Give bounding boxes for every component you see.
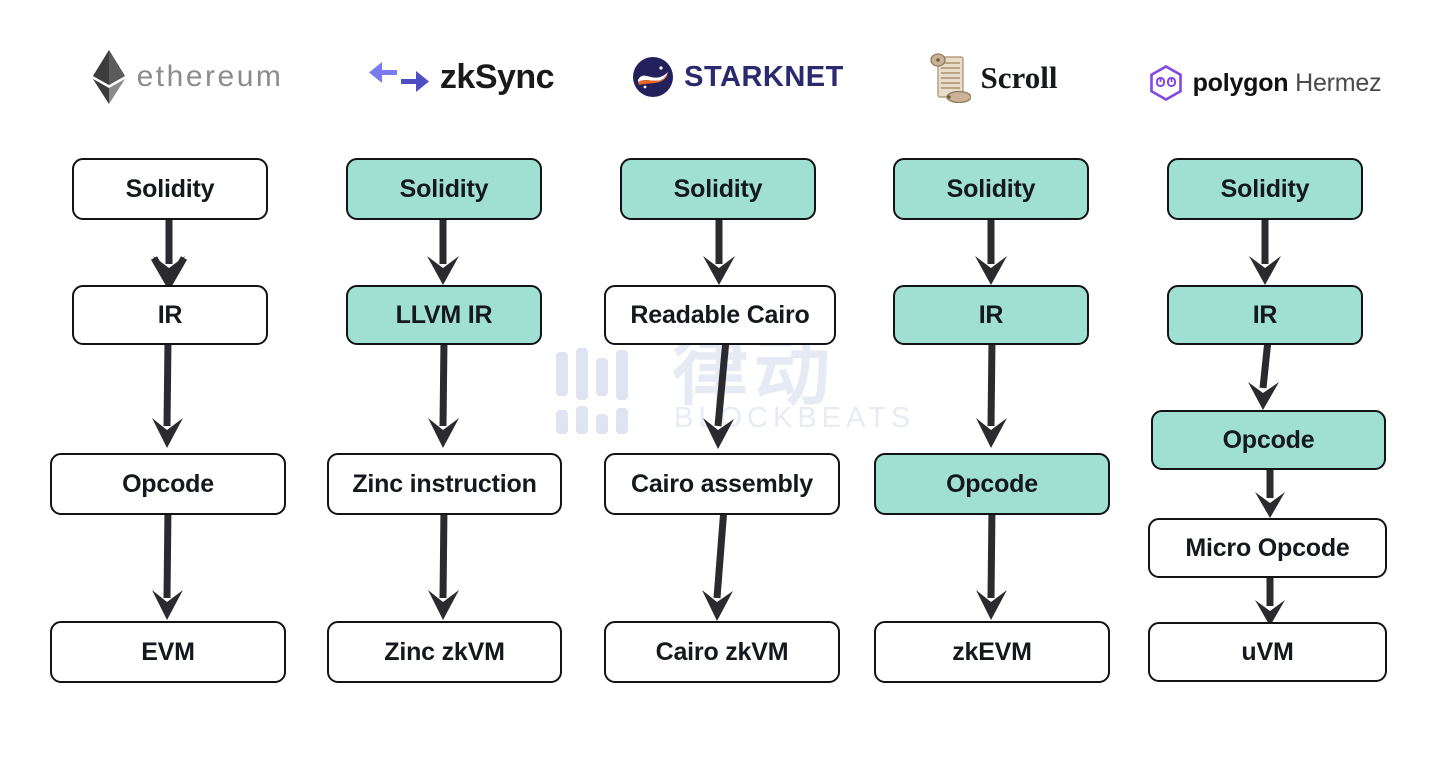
node-label: Solidity (1220, 174, 1310, 203)
node-label: LLVM IR (395, 300, 493, 329)
node-label: uVM (1241, 637, 1294, 666)
starknet-logo-text-stark: STARK (684, 60, 785, 93)
node-polygon-micro-opcode[interactable]: Micro Opcode (1148, 518, 1387, 578)
node-label: Cairo assembly (630, 469, 813, 498)
node-label: IR (1252, 300, 1278, 329)
node-polygon-opcode[interactable]: Opcode (1151, 410, 1386, 470)
starknet-logo-text-net: NET (784, 60, 844, 93)
polygon-logo-icon (1149, 65, 1183, 101)
node-scroll-zkevm[interactable]: zkEVM (874, 621, 1110, 683)
node-label: Opcode (1222, 425, 1315, 454)
column-header-scroll: Scroll (878, 42, 1108, 112)
node-label: Zinc zkVM (384, 637, 505, 666)
node-label: Opcode (122, 469, 214, 498)
node-ethereum-evm[interactable]: EVM (50, 621, 286, 683)
arrow-polygon-2 (1236, 339, 1300, 412)
arrow-zksync-3 (414, 507, 474, 624)
arrow-ethereum-2 (138, 339, 198, 452)
node-starknet-readable-cairo[interactable]: Readable Cairo (604, 285, 836, 345)
arrow-scroll-1 (962, 212, 1022, 290)
node-zksync-solidity[interactable]: Solidity (346, 158, 542, 220)
arrow-scroll-3 (962, 507, 1022, 624)
zksync-logo-text: zkSync (439, 58, 555, 96)
node-label: Zinc instruction (352, 469, 537, 498)
scroll-logo-text: Scroll (980, 59, 1058, 95)
node-polygon-solidity[interactable]: Solidity (1167, 158, 1363, 220)
node-label: EVM (141, 637, 195, 666)
node-label: Readable Cairo (630, 300, 810, 329)
arrow-polygon-4 (1240, 576, 1300, 628)
arrow-zksync-1 (414, 212, 474, 290)
node-zksync-llvm-ir[interactable]: LLVM IR (346, 285, 542, 345)
polygon-logo-text-hermez: Hermez (1295, 68, 1382, 97)
node-ethereum-opcode[interactable]: Opcode (50, 453, 286, 515)
arrow-polygon-1 (1236, 212, 1296, 290)
node-polygon-uvm[interactable]: uVM (1148, 622, 1387, 682)
arrow-starknet-2 (688, 339, 758, 452)
column-header-starknet: STARKNET (598, 42, 878, 112)
arrow-ethereum-3 (138, 507, 198, 624)
ethereum-logo-icon (91, 49, 127, 105)
node-label: Cairo zkVM (655, 637, 789, 666)
zksync-logo-icon (368, 57, 430, 97)
node-label: Solidity (125, 174, 215, 203)
arrow-polygon-3 (1240, 468, 1300, 520)
node-label: zkEVM (952, 637, 1032, 666)
arrow-starknet-1 (690, 212, 750, 290)
node-ethereum-ir[interactable]: IR (72, 285, 268, 345)
node-label: Opcode (946, 469, 1038, 498)
watermark-bars-icon (556, 348, 652, 434)
node-zksync-zinc-zkvm[interactable]: Zinc zkVM (327, 621, 562, 683)
column-header-zksync: zkSync (326, 42, 596, 112)
node-label: IR (978, 300, 1004, 329)
arrow-starknet-3 (686, 507, 756, 624)
node-scroll-ir[interactable]: IR (893, 285, 1089, 345)
node-starknet-solidity[interactable]: Solidity (620, 158, 816, 220)
node-label: Solidity (673, 174, 763, 203)
node-starknet-cairo-assembly[interactable]: Cairo assembly (604, 453, 840, 515)
scroll-logo-icon (929, 51, 971, 103)
node-starknet-cairo-zkvm[interactable]: Cairo zkVM (604, 621, 840, 683)
node-zksync-zinc-instruction[interactable]: Zinc instruction (327, 453, 562, 515)
polygon-logo-text: polygon Hermez (1192, 68, 1382, 97)
node-label: Solidity (946, 174, 1036, 203)
node-scroll-opcode[interactable]: Opcode (874, 453, 1110, 515)
node-label: IR (157, 300, 183, 329)
arrow-ethereum-1 (140, 212, 200, 292)
starknet-logo-text: STARKNET (684, 60, 844, 93)
column-header-ethereum: ethereum (52, 42, 322, 112)
diagram-canvas: 律动 BLOCKBEATS ethereum zkSync STARKNET S… (0, 0, 1456, 762)
column-header-polygon-hermez: polygon Hermez (1120, 48, 1410, 118)
node-label: Solidity (399, 174, 489, 203)
starknet-logo-icon (632, 56, 674, 98)
node-scroll-solidity[interactable]: Solidity (893, 158, 1089, 220)
node-polygon-ir[interactable]: IR (1167, 285, 1363, 345)
arrow-scroll-2 (962, 339, 1022, 452)
arrow-zksync-2 (414, 339, 474, 452)
node-label: Micro Opcode (1185, 533, 1350, 562)
polygon-logo-text-polygon: polygon (1192, 68, 1289, 97)
node-ethereum-solidity[interactable]: Solidity (72, 158, 268, 220)
ethereum-logo-text: ethereum (136, 60, 284, 93)
